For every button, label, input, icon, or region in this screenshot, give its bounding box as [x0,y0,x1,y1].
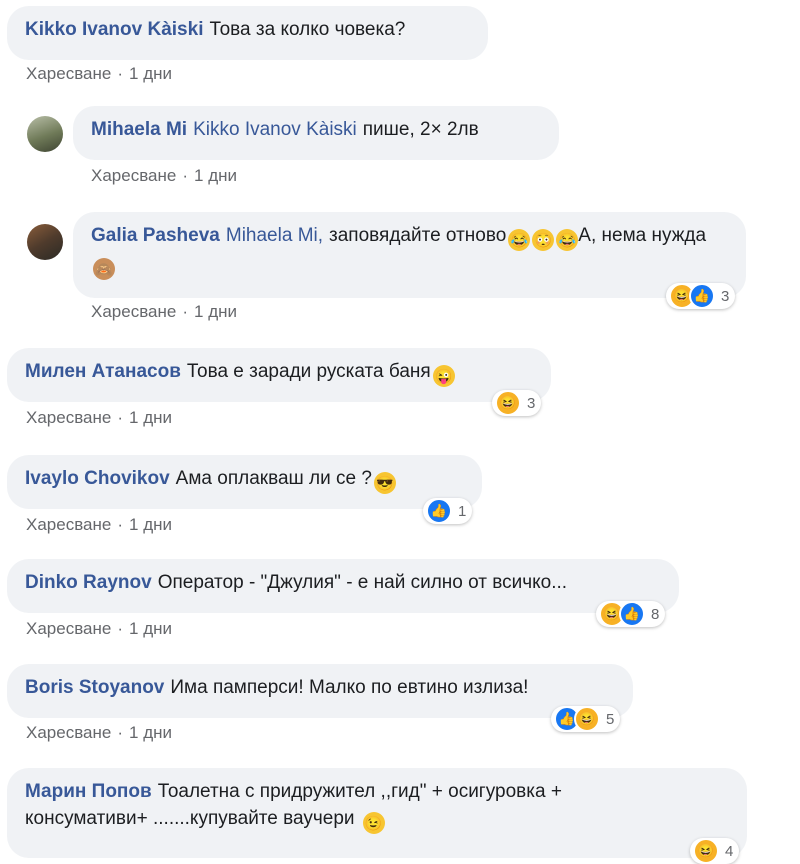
comment-meta: Харесване · 1 дни [26,723,172,742]
like-link[interactable]: Харесване [26,408,111,427]
comment-time[interactable]: 1 дни [129,515,172,534]
sunglasses-emoji-icon: 😎 [373,472,396,494]
reaction-count: 4 [725,842,734,860]
comment-bubble: Galia Pasheva Mihaela Mi, заповядайте отно… [73,212,746,298]
reaction-summary[interactable]: 😆 👍 8 [596,601,666,627]
comment-text: пише, 2× 2лв [362,119,479,140]
avatar[interactable] [27,224,63,260]
see-no-evil-monkey-emoji-icon: 🙈 [93,258,115,280]
comment-text: Оператор - "Джулия" - е най силно от вси… [157,572,568,593]
laughing-crying-emoji-icon: 😂 [556,229,579,251]
comment-bubble: Mihaela Mi Kikko Ivanov Kàiski пише, 2× 2л… [73,106,559,160]
like-reaction-icon: 👍 [689,283,715,309]
comment-time[interactable]: 1 дни [194,166,237,185]
like-reaction-icon: 👍 [619,601,645,627]
comment-text: Това за колко човека? [209,19,406,40]
reaction-summary[interactable]: 😆 👍 3 [666,283,736,309]
comment-text: Това е заради руската баня [186,361,431,382]
like-link[interactable]: Харесване [26,723,111,742]
comment-bubble: Ivaylo Chovikov Ама оплакваш ли се ? 😎 [7,455,482,509]
like-link[interactable]: Харесване [91,302,176,321]
comment-meta: Харесване · 1 дни [26,64,172,83]
comment-bubble: Dinko Raynov Оператор - "Джулия" - е най … [7,559,679,613]
comment-author[interactable]: Galia Pasheva [91,225,220,246]
comment-time[interactable]: 1 дни [129,619,172,638]
reaction-count: 3 [527,394,536,412]
comment-time[interactable]: 1 дни [194,302,237,321]
like-link[interactable]: Харесване [91,166,176,185]
reaction-summary[interactable]: 😆 4 [690,838,740,864]
comment-text-continued: консумативи+ .......купувайте ваучери [25,808,355,829]
flushed-face-emoji-icon: 😳 [532,229,555,251]
comment-meta: Харесване · 1 дни [26,515,172,534]
comment-time[interactable]: 1 дни [129,408,172,427]
reaction-count: 5 [606,710,615,728]
reaction-count: 1 [458,502,467,520]
like-link[interactable]: Харесване [26,64,111,83]
avatar[interactable] [27,116,63,152]
like-link[interactable]: Харесване [26,515,111,534]
comment-text-continued: А, нема нужда [578,225,707,246]
comment-bubble: Милен Атанасов Това е заради руската баня… [7,348,551,402]
comment-text: Има памперси! Малко по евтино излиза! [170,677,529,698]
comment-meta: Харесване · 1 дни [91,302,237,321]
comment-mention[interactable]: Mihaela Mi, [226,225,323,246]
reaction-count: 8 [651,605,660,623]
comment-bubble: Kikko Ivanov Kàiski Това за колко човека? [7,6,488,60]
comment-meta: Харесване · 1 дни [26,619,172,638]
comment-bubble: Boris Stoyanov Има памперси! Малко по евт… [7,664,633,718]
comment-author[interactable]: Марин Попов [25,781,152,802]
comment-author[interactable]: Dinko Raynov [25,572,152,593]
reaction-summary[interactable]: 👍 1 [423,498,473,524]
comment-author[interactable]: Ivaylo Chovikov [25,468,170,489]
comment-author[interactable]: Boris Stoyanov [25,677,164,698]
comment-meta: Харесване · 1 дни [26,408,172,427]
reaction-summary[interactable]: 👍 😆 5 [551,706,621,732]
comment-text: заповядайте отново [329,225,507,246]
comment-author[interactable]: Милен Атанасов [25,361,181,382]
comment-text: Ама оплакваш ли се ? [175,468,372,489]
comment-mention[interactable]: Kikko Ivanov Kàiski [193,119,357,140]
reaction-summary[interactable]: 😆 3 [492,390,542,416]
winking-face-emoji-icon: 😉 [362,812,385,834]
comment-time[interactable]: 1 дни [129,64,172,83]
haha-reaction-icon: 😆 [495,390,521,416]
haha-reaction-icon: 😆 [574,706,600,732]
comment-meta: Харесване · 1 дни [91,166,237,185]
comment-bubble: Марин Попов Тоалетна с придружител ,,гид"… [7,768,747,858]
like-link[interactable]: Харесване [26,619,111,638]
comment-author[interactable]: Kikko Ivanov Kàiski [25,19,203,40]
reaction-count: 3 [721,287,730,305]
laughing-crying-emoji-icon: 😂 [508,229,531,251]
winking-tongue-emoji-icon: 😜 [432,365,455,387]
haha-reaction-icon: 😆 [693,838,719,864]
comment-author[interactable]: Mihaela Mi [91,119,187,140]
comment-text: Тоалетна с придружител ,,гид" + осигуров… [157,781,562,802]
like-reaction-icon: 👍 [426,498,452,524]
comment-time[interactable]: 1 дни [129,723,172,742]
